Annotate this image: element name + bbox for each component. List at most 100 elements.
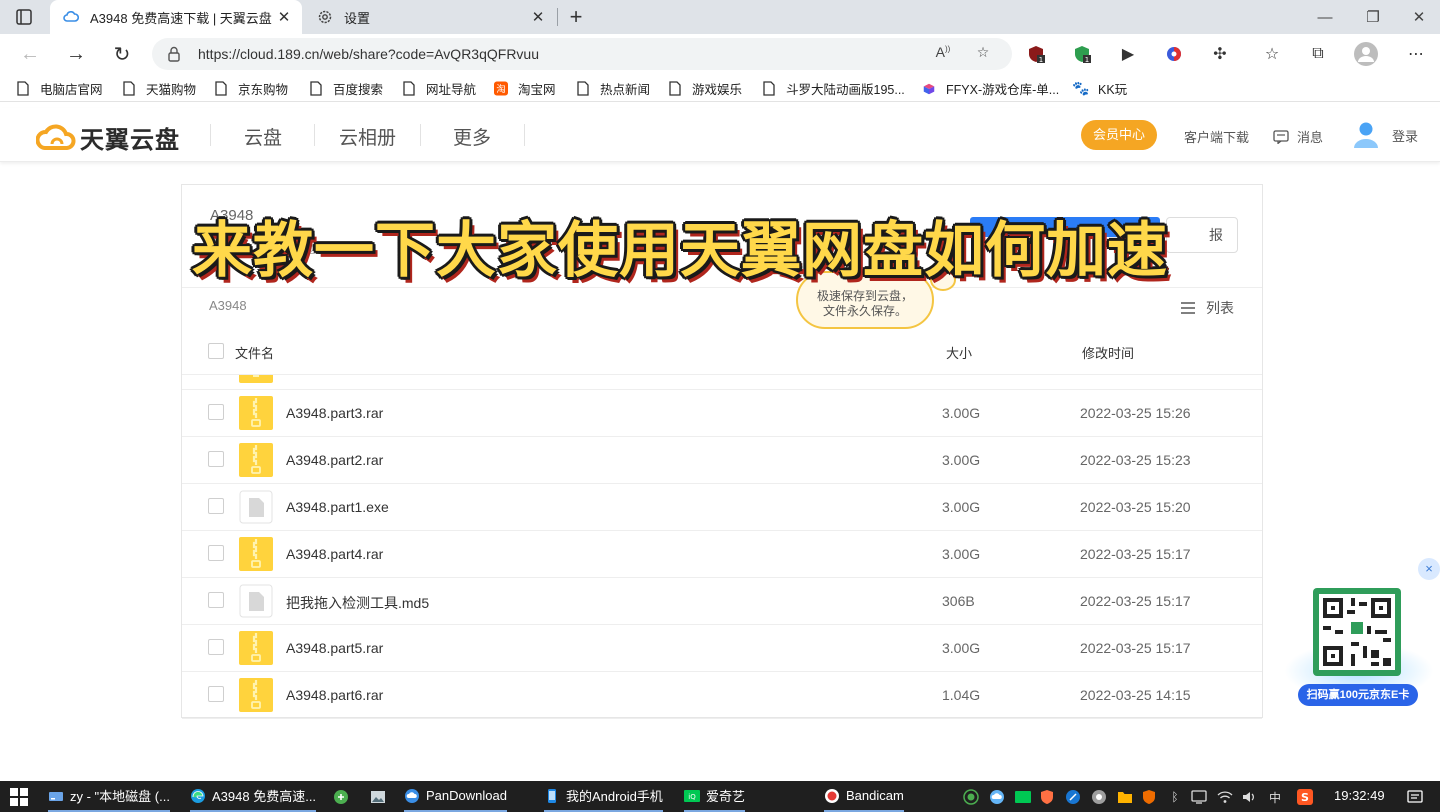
tray-feather-icon[interactable] <box>1064 788 1082 806</box>
file-name[interactable]: A3948.part4.rar <box>286 546 383 562</box>
shield-extension-icon[interactable]: 1 <box>1070 42 1094 66</box>
taskbar-item-edge[interactable]: A3948 免费高速... <box>190 781 317 812</box>
row-checkbox[interactable] <box>208 592 224 608</box>
bookmark-item[interactable]: 淘 淘宝网 <box>494 79 556 98</box>
tray-network-app-icon[interactable] <box>1190 788 1208 806</box>
refresh-icon[interactable]: ↻ <box>108 40 136 68</box>
bookmark-item[interactable]: 热点新闻 <box>576 79 650 98</box>
breadcrumb[interactable]: A3948 <box>209 298 247 313</box>
row-checkbox[interactable] <box>208 686 224 702</box>
table-row[interactable]: A3948.part3.rar 3.00G 2022-03-25 15:26 <box>182 390 1262 437</box>
file-name[interactable]: 把我拖入检测工具.md5 <box>286 593 429 613</box>
taskbar-item-iqiyi[interactable]: iQ 爱奇艺 <box>684 781 746 812</box>
site-logo[interactable]: 天翼云盘 <box>36 120 180 155</box>
close-tab-icon[interactable]: ✕ <box>526 8 550 26</box>
bookmark-item[interactable]: 电脑店官网 <box>16 79 103 98</box>
url-text[interactable]: https://cloud.189.cn/web/share?code=AvQR… <box>198 46 539 62</box>
minimize-icon[interactable]: — <box>1302 0 1348 34</box>
system-clock[interactable]: 19:32:49 <box>1334 788 1385 803</box>
taskbar-app-icon[interactable] <box>333 781 355 812</box>
tray-record-icon[interactable] <box>962 788 980 806</box>
profile-avatar[interactable] <box>1354 42 1378 66</box>
tab-settings[interactable]: 设置 ✕ <box>306 0 556 34</box>
row-checkbox[interactable] <box>208 404 224 420</box>
tray-shield-icon[interactable] <box>1038 788 1056 806</box>
notification-center-icon[interactable] <box>1404 788 1426 806</box>
nav-more[interactable]: 更多 <box>453 123 491 150</box>
play-extension-icon[interactable]: ▶ <box>1116 42 1140 66</box>
taskbar-item-bandicam[interactable]: Bandicam <box>824 781 904 812</box>
tray-app-icon[interactable] <box>1090 788 1108 806</box>
tray-folder-icon[interactable] <box>1116 788 1134 806</box>
messages-link[interactable]: 消息 <box>1273 127 1323 146</box>
nav-album[interactable]: 云相册 <box>339 123 396 150</box>
bluetooth-icon[interactable]: ᛒ <box>1166 788 1184 806</box>
tray-cloud-icon[interactable] <box>988 788 1006 806</box>
table-row[interactable]: A3948.part5.rar 3.00G 2022-03-25 15:17 <box>182 625 1262 672</box>
new-tab-button[interactable]: + <box>564 4 588 30</box>
table-row[interactable]: A3948.part4.rar 3.00G 2022-03-25 15:17 <box>182 531 1262 578</box>
table-row[interactable]: A3948.part2.rar 3.00G 2022-03-25 15:23 <box>182 437 1262 484</box>
restore-icon[interactable]: ❐ <box>1350 0 1396 34</box>
bookmark-item[interactable]: 🐾 KK玩 <box>1072 79 1127 98</box>
row-checkbox[interactable] <box>208 498 224 514</box>
column-size-header[interactable]: 大小 <box>946 343 972 362</box>
row-checkbox[interactable] <box>208 545 224 561</box>
client-download-link[interactable]: 客户端下载 <box>1184 127 1249 146</box>
table-row[interactable]: 把我拖入检测工具.md5 306B 2022-03-25 15:17 <box>182 578 1262 625</box>
tab-actions-icon[interactable] <box>14 7 34 27</box>
collections-icon[interactable]: ⧉ <box>1306 42 1330 66</box>
tab-share-page[interactable]: A3948 免费高速下载 | 天翼云盘 ✕ <box>50 0 302 34</box>
close-tab-icon[interactable]: ✕ <box>272 8 296 26</box>
bookmark-item[interactable]: 斗罗大陆动画版195... <box>762 79 905 98</box>
select-all-checkbox[interactable] <box>208 343 224 359</box>
address-bar[interactable]: https://cloud.189.cn/web/share?code=AvQR… <box>152 38 1012 70</box>
taskbar-item-explorer[interactable]: zy - "本地磁盘 (... <box>48 781 170 812</box>
back-arrow-icon[interactable]: ← <box>16 40 44 68</box>
forward-arrow-icon[interactable]: → <box>62 40 90 68</box>
vip-center-button[interactable]: 会员中心 <box>1081 120 1157 150</box>
table-row[interactable]: A3948.part1.exe 3.00G 2022-03-25 15:20 <box>182 484 1262 531</box>
row-checkbox[interactable] <box>208 451 224 467</box>
qr-promo[interactable]: 扫码赢100元京东E卡 <box>1284 582 1434 712</box>
bookmark-item[interactable]: 百度搜索 <box>309 79 383 98</box>
close-window-icon[interactable]: ✕ <box>1396 0 1440 34</box>
input-language-indicator[interactable]: 中 <box>1266 788 1284 806</box>
tray-defender-icon[interactable] <box>1140 788 1158 806</box>
tray-iqiyi-icon[interactable] <box>1014 788 1032 806</box>
favorites-icon[interactable]: ☆ <box>1260 42 1284 66</box>
lock-icon[interactable] <box>166 45 182 63</box>
nav-cloud[interactable]: 云盘 <box>244 123 282 150</box>
file-name[interactable]: A3948.part3.rar <box>286 405 383 421</box>
more-menu-icon[interactable]: ⋯ <box>1404 42 1428 66</box>
taskbar-item-android[interactable]: 我的Android手机 <box>544 781 663 812</box>
taskbar-item-pandownload[interactable]: PanDownload <box>404 781 507 812</box>
table-row[interactable]: A3948.part6.rar 1.04G 2022-03-25 14:15 <box>182 672 1262 719</box>
table-row[interactable] <box>182 375 1262 390</box>
login-link[interactable]: 登录 <box>1352 120 1418 150</box>
bookmark-item[interactable]: 京东购物 <box>214 79 288 98</box>
add-favorite-icon[interactable]: ☆ <box>972 44 994 64</box>
puzzle-extensions-icon[interactable]: ✣ <box>1208 42 1232 66</box>
column-name-header[interactable]: 文件名 <box>235 343 274 362</box>
bookmark-item[interactable]: 天猫购物 <box>122 79 196 98</box>
read-aloud-icon[interactable]: A)) <box>932 44 954 64</box>
start-button[interactable] <box>10 781 28 812</box>
taskbar-app-icon[interactable] <box>370 781 392 812</box>
bookmark-item[interactable]: 网址导航 <box>402 79 476 98</box>
bookmark-item[interactable]: 游戏娱乐 <box>668 79 742 98</box>
row-checkbox[interactable] <box>208 639 224 655</box>
view-mode-toggle[interactable]: 列表 <box>1180 298 1234 318</box>
sogou-ime-icon[interactable]: S <box>1296 788 1314 806</box>
ublock-extension-icon[interactable]: 1 <box>1024 42 1048 66</box>
file-name[interactable]: A3948.part1.exe <box>286 499 389 515</box>
file-name[interactable]: A3948.part2.rar <box>286 452 383 468</box>
promo-close-button[interactable]: × <box>1418 558 1440 580</box>
volume-icon[interactable] <box>1240 788 1258 806</box>
file-name[interactable]: A3948.part5.rar <box>286 640 383 656</box>
colorful-extension-icon[interactable] <box>1162 42 1186 66</box>
wifi-icon[interactable] <box>1216 788 1234 806</box>
file-name[interactable]: A3948.part6.rar <box>286 687 383 703</box>
bookmark-item[interactable]: FFYX-游戏仓库-单... <box>922 79 1059 98</box>
column-time-header[interactable]: 修改时间 <box>1082 343 1134 362</box>
